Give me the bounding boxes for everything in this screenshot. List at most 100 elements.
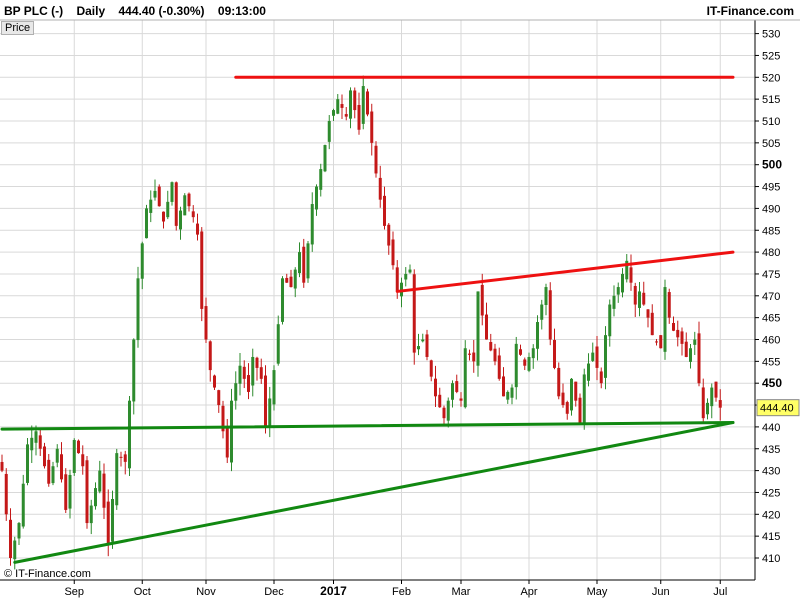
candle-body xyxy=(204,306,208,340)
candle-body xyxy=(98,470,102,492)
candle-body xyxy=(191,211,195,218)
time-label: 09:13:00 xyxy=(217,4,266,18)
candle-body xyxy=(497,355,501,379)
y-tick-label: 465 xyxy=(762,313,780,325)
candle-body xyxy=(234,383,238,401)
y-tick-label: 500 xyxy=(762,158,782,172)
candle-body xyxy=(404,273,408,280)
y-tick-label: 520 xyxy=(762,72,780,84)
y-tick-label: 485 xyxy=(762,225,780,237)
candle-body xyxy=(429,360,433,377)
candle-body xyxy=(353,90,357,111)
candle-body xyxy=(4,473,8,515)
candle-body xyxy=(378,177,382,200)
candle-body xyxy=(196,223,199,235)
candle-body xyxy=(153,190,157,198)
candle-body xyxy=(608,304,612,337)
y-tick-label: 410 xyxy=(762,553,780,565)
candle-body xyxy=(438,394,442,408)
candle-body xyxy=(582,374,586,423)
candle-body xyxy=(332,110,335,116)
candle-body xyxy=(242,366,246,379)
candle-body xyxy=(710,387,714,407)
candle-body xyxy=(621,273,624,293)
candle-body xyxy=(132,339,136,402)
candle-body xyxy=(128,400,131,469)
candle-body xyxy=(663,287,667,352)
candle-body xyxy=(578,397,582,423)
candle-body xyxy=(395,267,399,292)
candle-body xyxy=(561,392,565,406)
candle-body xyxy=(587,363,590,381)
quote-label: 444.40 (-0.30%) xyxy=(118,4,205,18)
candle-body xyxy=(536,322,539,349)
candle-body xyxy=(701,387,705,419)
copyright-label: © IT-Finance.com xyxy=(4,568,91,580)
y-tick-label: 510 xyxy=(762,116,780,128)
candle-body xyxy=(374,145,378,174)
candle-body xyxy=(106,501,110,545)
candle-body xyxy=(170,182,174,202)
candle-body xyxy=(72,440,76,473)
y-tick-label: 450 xyxy=(762,376,782,390)
candle-body xyxy=(540,304,544,320)
candle-body xyxy=(689,348,692,362)
candle-body xyxy=(446,400,450,421)
candle-body xyxy=(361,86,365,124)
candle-body xyxy=(123,454,127,462)
candle-body xyxy=(140,243,144,279)
candle-body xyxy=(119,456,123,458)
candle-body xyxy=(179,210,182,230)
candle-body xyxy=(68,474,72,509)
chart-background xyxy=(0,0,800,600)
candle-body xyxy=(225,425,229,458)
candle-body xyxy=(302,246,306,283)
y-tick-label: 515 xyxy=(762,94,780,106)
candle-body xyxy=(323,145,327,172)
chart-header: BP PLC (-) Daily 444.40 (-0.30%) 09:13:0… xyxy=(4,4,276,18)
x-tick-label: Mar xyxy=(452,586,471,598)
candle-body xyxy=(115,453,119,506)
candle-body xyxy=(293,269,297,289)
candle-body xyxy=(319,169,323,190)
candle-body xyxy=(476,291,480,366)
candle-body xyxy=(718,400,722,408)
candle-body xyxy=(157,186,161,207)
candle-body xyxy=(64,474,68,510)
candle-body xyxy=(344,114,348,117)
candle-body xyxy=(81,454,85,467)
candle-body xyxy=(591,352,595,361)
candle-body xyxy=(655,341,658,343)
candle-body xyxy=(468,353,471,355)
candle-body xyxy=(34,431,38,443)
candle-body xyxy=(264,375,267,427)
candle-body xyxy=(9,519,12,558)
y-tick-label: 460 xyxy=(762,335,780,347)
candle-body xyxy=(553,340,556,368)
x-tick-label: 2017 xyxy=(320,584,347,598)
y-tick-label: 490 xyxy=(762,203,780,215)
candle-body xyxy=(421,339,425,342)
candle-body xyxy=(544,287,548,306)
candle-body xyxy=(642,292,646,305)
candle-body xyxy=(183,195,187,216)
y-tick-label: 430 xyxy=(762,466,780,478)
candle-body xyxy=(55,448,59,463)
x-tick-label: Feb xyxy=(392,586,411,598)
candle-body xyxy=(276,324,280,364)
candle-body xyxy=(523,359,527,366)
y-tick-label: 415 xyxy=(762,531,780,543)
candle-body xyxy=(272,370,276,405)
y-tick-label: 470 xyxy=(762,291,780,303)
candle-body xyxy=(13,540,17,560)
candle-body xyxy=(251,356,255,386)
x-tick-label: Dec xyxy=(264,586,284,598)
y-tick-label: 495 xyxy=(762,182,780,194)
candle-body xyxy=(366,91,369,115)
candle-body xyxy=(565,402,569,414)
candle-body xyxy=(574,381,578,401)
x-tick-label: Jun xyxy=(652,586,670,598)
candle-body xyxy=(145,208,148,239)
x-tick-label: Apr xyxy=(520,586,537,598)
candle-body xyxy=(310,204,314,245)
